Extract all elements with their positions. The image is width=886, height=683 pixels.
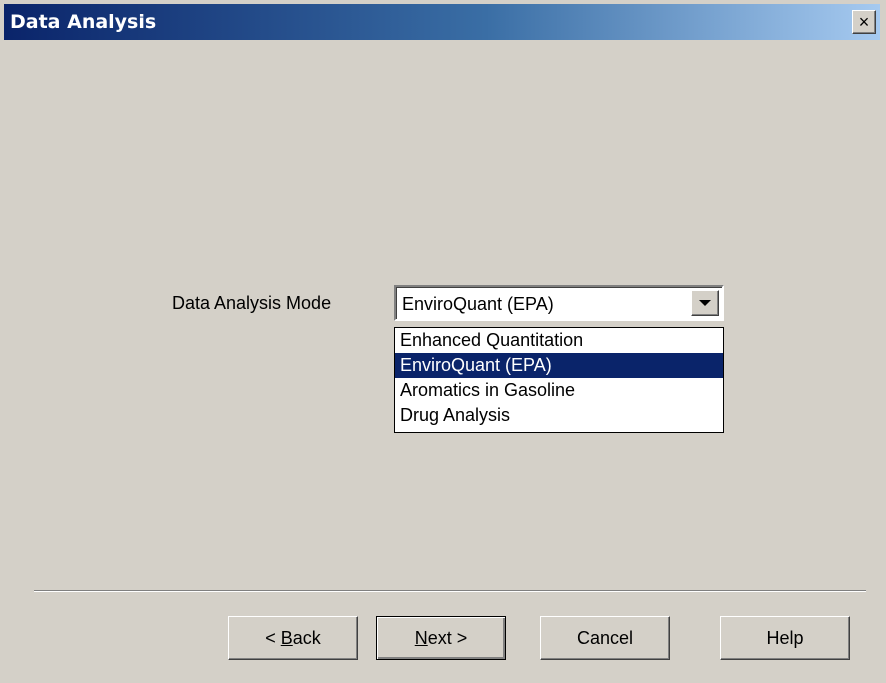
- data-analysis-dialog: Data Analysis × Data Analysis Mode Envir…: [0, 0, 886, 683]
- list-item-enviroquant-epa[interactable]: EnviroQuant (EPA): [395, 353, 723, 378]
- cancel-button-label: Cancel: [576, 627, 634, 648]
- data-analysis-mode-label: Data Analysis Mode: [172, 293, 332, 313]
- help-button-label: Help: [766, 627, 804, 648]
- next-button-label: Next >: [414, 627, 468, 648]
- next-button[interactable]: Next >: [376, 616, 506, 660]
- dropdown-arrow-button[interactable]: [691, 290, 719, 316]
- data-analysis-mode-combobox[interactable]: EnviroQuant (EPA): [394, 285, 724, 321]
- close-button[interactable]: ×: [852, 10, 876, 34]
- list-item-drug-analysis[interactable]: Drug Analysis: [395, 403, 723, 428]
- list-item-enhanced-quantitation[interactable]: Enhanced Quantitation: [395, 328, 723, 353]
- help-button[interactable]: Help: [720, 616, 850, 660]
- separator-line: [34, 590, 866, 592]
- combobox-value: EnviroQuant (EPA): [402, 294, 554, 314]
- mode-dropdown-list: Enhanced Quantitation EnviroQuant (EPA) …: [394, 327, 724, 433]
- window-title: Data Analysis: [10, 11, 157, 33]
- back-button-label: < Back: [265, 627, 321, 648]
- list-item-aromatics-in-gasoline[interactable]: Aromatics in Gasoline: [395, 378, 723, 403]
- chevron-down-icon: [699, 300, 711, 306]
- back-button[interactable]: < Back: [228, 616, 358, 660]
- title-bar[interactable]: Data Analysis ×: [4, 4, 880, 40]
- close-icon: ×: [858, 12, 870, 32]
- cancel-button[interactable]: Cancel: [540, 616, 670, 660]
